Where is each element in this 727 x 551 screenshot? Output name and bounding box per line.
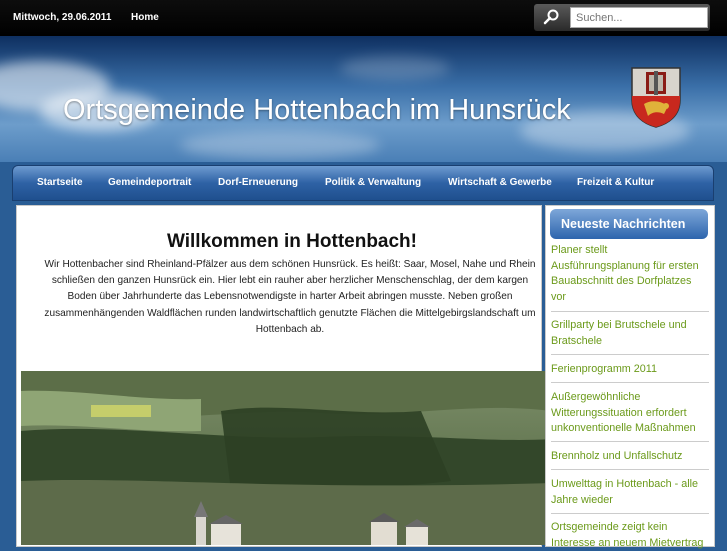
coat-of-arms-logo (630, 66, 682, 128)
search-box (534, 4, 710, 31)
site-header: Ortsgemeinde Hottenbach im Hunsrück (0, 36, 727, 162)
main-navigation: Startseite Gemeindeportrait Dorf-Erneuer… (12, 165, 714, 201)
search-icon[interactable] (540, 7, 564, 28)
intro-line: Wir Hottenbacher sind Rheinland-Pfälzer … (17, 257, 563, 273)
news-divider (551, 469, 709, 470)
news-item-line: Außergewöhnliche (551, 390, 711, 406)
intro-line: Boden über Jahrhunderte das Lebensnotwen… (17, 289, 563, 305)
site-title: Ortsgemeinde Hottenbach im Hunsrück (63, 94, 571, 127)
news-divider (551, 311, 709, 312)
news-divider (551, 354, 709, 355)
news-item-line: vor (551, 290, 711, 306)
intro-line: zusammenhängenden Waldflächen runden lan… (17, 306, 563, 322)
news-heading: Neueste Nachrichten (550, 209, 708, 239)
intro-line: schließen den ganzen Hunsrück ein. Hier … (17, 273, 563, 289)
news-item-line: Ortsgemeinde zeigt kein (551, 520, 711, 536)
nav-item-gemeindeportrait[interactable]: Gemeindeportrait (108, 177, 191, 188)
current-date: Mittwoch, 29.06.2011 (13, 12, 111, 23)
news-item[interactable]: Umwelttag in Hottenbach - alle Jahre wie… (551, 477, 711, 508)
nav-item-dorf-erneuerung[interactable]: Dorf-Erneuerung (218, 177, 298, 188)
news-item-line: Witterungssituation erfordert (551, 406, 711, 422)
news-item[interactable]: Grillparty bei Brutschele und Bratschele (551, 318, 711, 349)
intro-text: Wir Hottenbacher sind Rheinland-Pfälzer … (17, 257, 563, 338)
news-item-line: Planer stellt (551, 243, 711, 259)
news-item-line: Brennholz und Unfallschutz (551, 449, 711, 465)
nav-item-freizeit-kultur[interactable]: Freizeit & Kultur (577, 177, 654, 188)
news-item[interactable]: Ferienprogramm 2011 (551, 362, 711, 378)
news-item-line: Ausführungsplanung für ersten (551, 259, 711, 275)
news-item[interactable]: Planer stellt Ausführungsplanung für ers… (551, 243, 711, 305)
news-divider (551, 513, 709, 514)
news-item[interactable]: Ortsgemeinde zeigt kein Interesse an neu… (551, 520, 711, 551)
search-input[interactable] (570, 7, 708, 28)
news-item[interactable]: Brennholz und Unfallschutz (551, 449, 711, 465)
news-item-line: Interesse an neuem Mietvertrag (551, 536, 711, 551)
news-item[interactable]: Außergewöhnliche Witterungssituation erf… (551, 390, 711, 437)
home-link[interactable]: Home (131, 12, 159, 23)
page-title: Willkommen in Hottenbach! (16, 231, 568, 253)
news-item-line: Grillparty bei Brutschele und (551, 318, 711, 334)
news-item-line: Bauabschnitt des Dorfplatzes (551, 274, 711, 290)
nav-item-startseite[interactable]: Startseite (37, 177, 83, 188)
news-item-line: Umwelttag in Hottenbach - alle (551, 477, 711, 493)
nav-item-politik-verwaltung[interactable]: Politik & Verwaltung (325, 177, 421, 188)
intro-line: Hottenbach ab. (17, 322, 563, 338)
nav-item-wirtschaft-gewerbe[interactable]: Wirtschaft & Gewerbe (448, 177, 552, 188)
village-landscape-photo (21, 371, 551, 545)
news-item-line: Ferienprogramm 2011 (551, 362, 711, 378)
news-divider (551, 441, 709, 442)
news-item-line: unkonventionelle Maßnahmen (551, 421, 711, 437)
news-item-line: Jahre wieder (551, 493, 711, 509)
top-bar: Mittwoch, 29.06.2011 Home (0, 0, 727, 36)
news-divider (551, 382, 709, 383)
news-item-line: Bratschele (551, 334, 711, 350)
